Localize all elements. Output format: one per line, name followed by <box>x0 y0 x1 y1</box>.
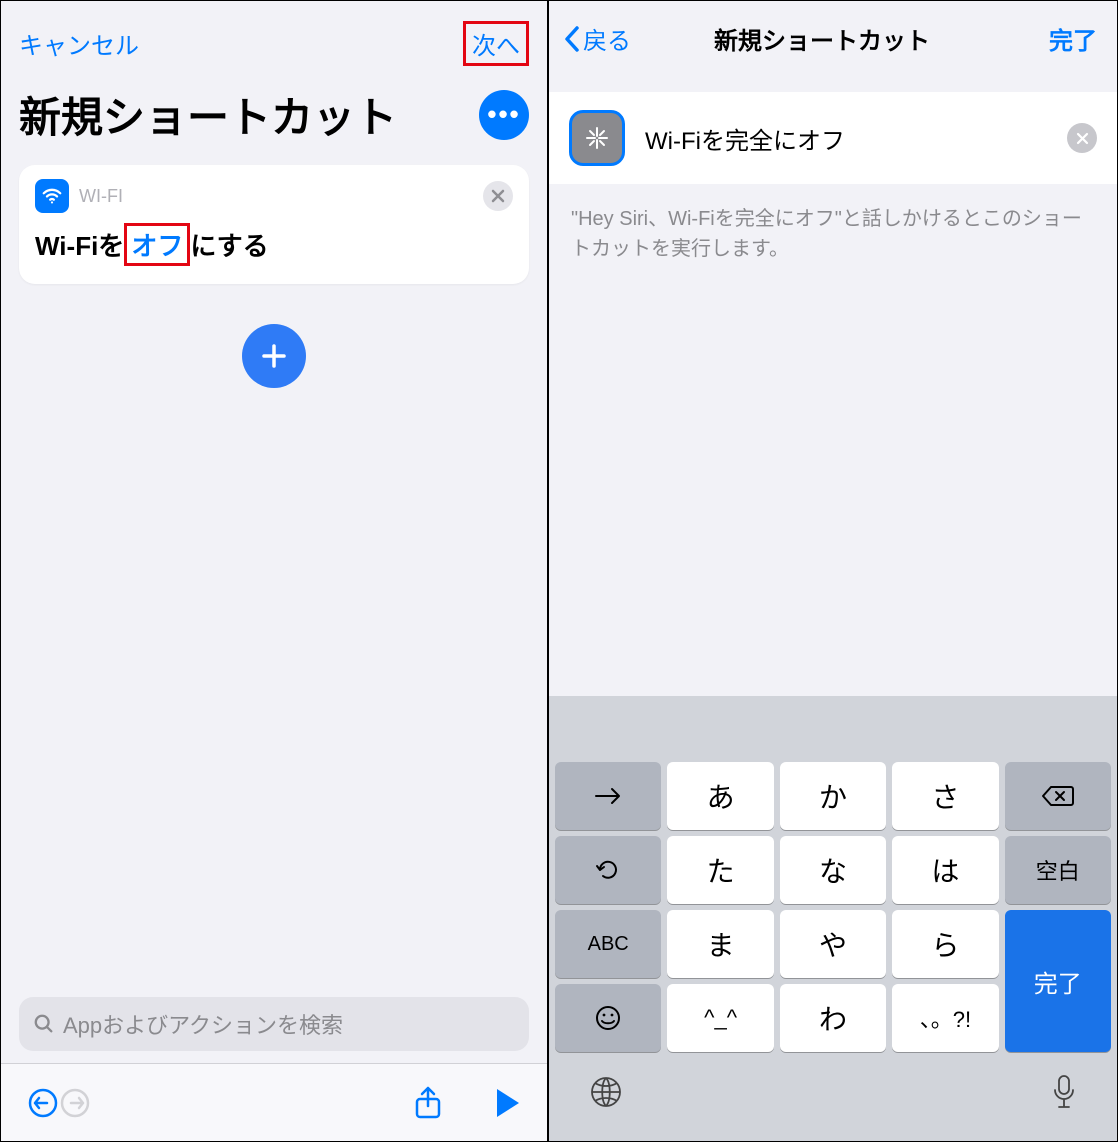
keyboard-grid: あ か さ た な は 空白 ABC ま や ら 完了 ^_^ <box>549 756 1117 1058</box>
cancel-button[interactable]: キャンセル <box>19 26 139 61</box>
ellipsis-icon: ••• <box>487 99 520 130</box>
key-abc[interactable]: ABC <box>555 910 661 978</box>
keyboard: あ か さ た な は 空白 ABC ま や ら 完了 ^_^ <box>549 696 1117 1141</box>
key-ha[interactable]: は <box>892 836 998 904</box>
redo-icon <box>59 1087 91 1119</box>
redo-button[interactable] <box>59 1087 91 1119</box>
play-icon <box>493 1087 521 1119</box>
shortcut-name-row <box>549 92 1117 184</box>
right-screen: 戻る 新規ショートカット 完了 "Hey Siri、Wi-Fiを完全にオフ"と話… <box>548 0 1118 1142</box>
key-backspace[interactable] <box>1005 762 1111 830</box>
undo-icon <box>27 1087 59 1119</box>
key-ra[interactable]: ら <box>892 910 998 978</box>
key-emoji[interactable] <box>555 984 661 1052</box>
chevron-left-icon <box>563 25 581 53</box>
nav-bar: キャンセル 次へ <box>1 1 547 76</box>
emoji-icon <box>594 1004 622 1032</box>
close-icon <box>491 189 505 203</box>
key-ma[interactable]: ま <box>667 910 773 978</box>
key-ta[interactable]: た <box>667 836 773 904</box>
globe-button[interactable] <box>589 1074 623 1113</box>
search-placeholder: Appおよびアクションを検索 <box>63 1008 343 1040</box>
key-kaomoji[interactable]: ^_^ <box>667 984 773 1052</box>
run-button[interactable] <box>493 1087 521 1119</box>
key-a[interactable]: あ <box>667 762 773 830</box>
undo-icon <box>594 856 622 884</box>
plus-icon <box>259 341 289 371</box>
action-toggle-value[interactable]: オフ <box>124 223 190 266</box>
action-text-pre: Wi-Fiを <box>35 226 124 263</box>
nav-bar: 戻る 新規ショートカット 完了 <box>549 1 1117 72</box>
action-app-label: WI-FI <box>79 186 483 207</box>
toolbar <box>1 1063 547 1141</box>
key-ka[interactable]: か <box>780 762 886 830</box>
key-sa[interactable]: さ <box>892 762 998 830</box>
remove-action-button[interactable] <box>483 181 513 211</box>
backspace-icon <box>1041 784 1075 808</box>
search-icon <box>33 1013 55 1035</box>
sparkle-icon <box>582 123 612 153</box>
mic-icon <box>1051 1074 1077 1110</box>
next-button[interactable]: 次へ <box>463 21 529 66</box>
done-button[interactable]: 完了 <box>1043 19 1103 58</box>
title-row: 新規ショートカット ••• <box>1 76 547 165</box>
search-input[interactable]: Appおよびアクションを検索 <box>19 997 529 1051</box>
globe-icon <box>589 1075 623 1109</box>
wifi-icon <box>35 179 69 213</box>
action-card: WI-FI Wi-Fiを オフ にする <box>19 165 529 284</box>
share-icon <box>413 1085 443 1121</box>
shortcut-name-input[interactable] <box>639 120 1057 156</box>
clear-name-button[interactable] <box>1067 123 1097 153</box>
key-punct[interactable]: 、。?! <box>892 984 998 1052</box>
nav-title: 新規ショートカット <box>601 21 1043 56</box>
dictation-button[interactable] <box>1051 1074 1077 1113</box>
key-return[interactable]: 完了 <box>1005 910 1111 1052</box>
key-wa[interactable]: わ <box>780 984 886 1052</box>
more-button[interactable]: ••• <box>479 90 529 140</box>
shortcut-icon-button[interactable] <box>569 110 625 166</box>
keyboard-bottom <box>549 1058 1117 1141</box>
action-text: Wi-Fiを オフ にする <box>35 223 513 266</box>
left-screen: キャンセル 次へ 新規ショートカット ••• WI-FI Wi-Fiを オフ に… <box>0 0 548 1142</box>
action-text-post: にする <box>190 226 268 263</box>
close-icon <box>1076 132 1089 145</box>
key-na[interactable]: な <box>780 836 886 904</box>
key-next-candidate[interactable] <box>555 762 661 830</box>
action-card-header: WI-FI <box>35 179 513 213</box>
share-button[interactable] <box>413 1085 443 1121</box>
arrow-right-icon <box>593 786 623 806</box>
siri-hint: "Hey Siri、Wi-Fiを完全にオフ"と話しかけるとこのショートカットを実… <box>549 184 1117 284</box>
add-action-button[interactable] <box>242 324 306 388</box>
key-ya[interactable]: や <box>780 910 886 978</box>
undo-button[interactable] <box>27 1087 59 1119</box>
key-space[interactable]: 空白 <box>1005 836 1111 904</box>
key-undo[interactable] <box>555 836 661 904</box>
page-title: 新規ショートカット <box>19 84 479 145</box>
